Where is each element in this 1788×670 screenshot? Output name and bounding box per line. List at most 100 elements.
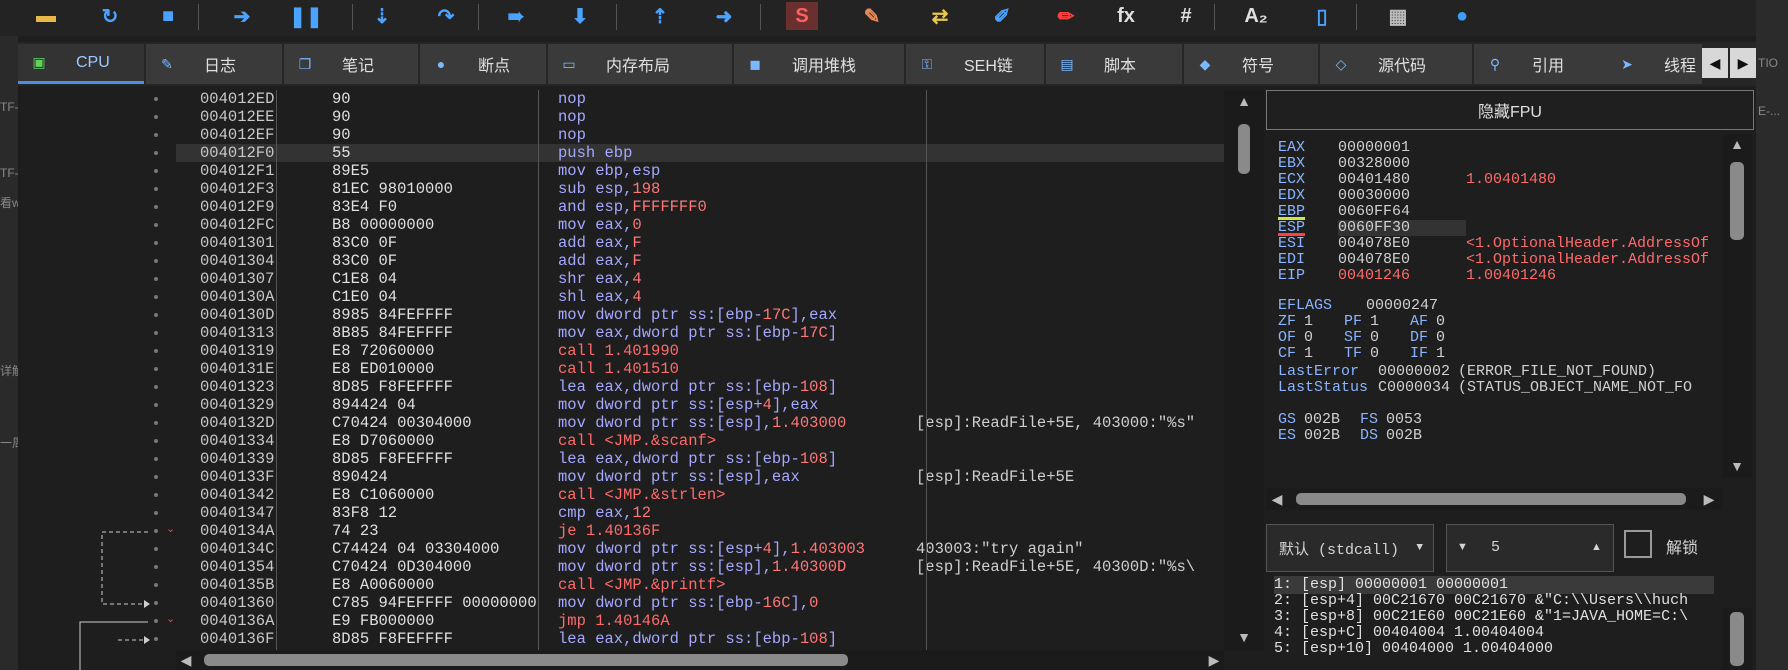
disasm-row[interactable]: 004012F9 83E4 F0 and esp,FFFFFFF0	[176, 198, 1242, 216]
tab-log[interactable]: ✎ 日志	[146, 44, 282, 84]
execute-till-return-icon[interactable]: ⇡	[644, 2, 676, 30]
breakpoint-slot[interactable]	[154, 313, 158, 317]
disasm-row[interactable]: 00401334 E8 D7060000 call <JMP.&scanf>	[176, 432, 1242, 450]
register-row[interactable]: EBX 00328000	[1278, 156, 1466, 172]
flags-row[interactable]: CF 1 TF 0 IF 1	[1278, 346, 1476, 362]
disasm-row[interactable]: 004012F0 55 push ebp	[176, 144, 1242, 162]
device-icon[interactable]: ▯	[1306, 2, 1338, 30]
disasm-row[interactable]: 00401323 8D85 F8FEFFFF lea eax,dword ptr s…	[176, 378, 1242, 396]
disasm-row[interactable]: 004012F3 81EC 98010000 sub esp,198	[176, 180, 1242, 198]
scroll-thumb[interactable]	[1730, 612, 1744, 666]
hash-icon[interactable]: #	[1170, 2, 1202, 30]
breakpoint-slot[interactable]	[154, 475, 158, 479]
argument-count-spinbox[interactable]: ▼ 5 ▲	[1446, 524, 1614, 572]
tab-memory-layout[interactable]: ▭ 内存布局	[548, 44, 732, 84]
disasm-horizontal-scrollbar[interactable]: ◀ ▶	[176, 650, 1224, 670]
disasm-row[interactable]: 0040132D C70424 00304000 mov dword ptr ss:…	[176, 414, 1242, 432]
flags-row[interactable]: OF 0 SF 0 DF 0	[1278, 330, 1476, 346]
disasm-row[interactable]: 00401354 C70424 0D304000 mov dword ptr ss:…	[176, 558, 1242, 576]
stack-argument-row[interactable]: 5: [esp+10] 00404000 1.00404000	[1274, 640, 1553, 658]
register-row[interactable]: EDI 004078E0 <1.OptionalHeader.AddressOf	[1278, 252, 1709, 268]
breakpoint-slot[interactable]	[154, 295, 158, 299]
flags-row[interactable]: ZF 1 PF 1 AF 0	[1278, 314, 1476, 330]
breakpoint-slot[interactable]	[154, 367, 158, 371]
step-into-icon[interactable]: ⇣	[366, 2, 398, 30]
tab-scroll-left-icon[interactable]: ◀	[1702, 48, 1728, 78]
segment-row[interactable]: ES 002B DS 002B	[1278, 428, 1442, 444]
breakpoint-slot[interactable]	[154, 115, 158, 119]
scroll-up-arrow-icon[interactable]: ▲	[1722, 134, 1752, 154]
registers-horizontal-scrollbar[interactable]: ◀ ▶	[1266, 488, 1722, 510]
register-row[interactable]: EAX 00000001	[1278, 140, 1466, 156]
breakpoint-slot[interactable]	[154, 259, 158, 263]
breakpoint-slot[interactable]	[154, 187, 158, 191]
tab-breakpoint[interactable]: ● 断点	[420, 44, 546, 84]
disasm-vertical-scrollbar[interactable]: ▲ ▼	[1224, 90, 1264, 650]
scroll-down-arrow-icon[interactable]: ▼	[1722, 456, 1752, 476]
calling-convention-select[interactable]: 默认 (stdcall) ▼	[1266, 524, 1434, 572]
highlight-icon[interactable]: ✏	[1050, 2, 1082, 30]
disasm-row[interactable]: 004012ED 90 nop	[176, 90, 1242, 108]
tab-source-code[interactable]: ◇ 源代码	[1320, 44, 1472, 84]
scroll-left-arrow-icon[interactable]: ◀	[176, 650, 196, 670]
tab-script-tab[interactable]: ▤ 脚本	[1046, 44, 1182, 84]
trace-into-icon[interactable]: ➠	[500, 2, 532, 30]
scroll-thumb[interactable]	[1730, 162, 1744, 240]
register-row[interactable]: ESI 004078E0 <1.OptionalHeader.AddressOf	[1278, 236, 1709, 252]
last-error-row[interactable]: LastError 00000002 (ERROR_FILE_NOT_FOUND)	[1278, 364, 1656, 380]
register-row-eip[interactable]: EIP 00401246 1.00401246	[1278, 268, 1556, 284]
unlock-checkbox[interactable]	[1624, 530, 1652, 558]
scroll-up-arrow-icon[interactable]: ▲	[1224, 90, 1264, 112]
breakpoint-slot[interactable]	[154, 403, 158, 407]
breakpoint-slot[interactable]	[154, 205, 158, 209]
last-status-row[interactable]: LastStatus C0000034 (STATUS_OBJECT_NAME_NO…	[1278, 380, 1692, 396]
breakpoints-icon[interactable]: ✐	[986, 2, 1018, 30]
chevron-down-icon[interactable]: ▼	[1416, 542, 1423, 554]
breakpoint-slot[interactable]	[154, 349, 158, 353]
trace-over-icon[interactable]: ⬇	[564, 2, 596, 30]
calculator-icon[interactable]: ▦	[1382, 2, 1414, 30]
breakpoint-slot[interactable]	[154, 223, 158, 227]
disasm-row[interactable]: 00401307 C1E8 04 shr eax,4	[176, 270, 1242, 288]
register-row[interactable]: ECX 00401480 1.00401480	[1278, 172, 1556, 188]
scroll-thumb[interactable]	[1296, 493, 1686, 505]
breakpoint-slot[interactable]	[154, 331, 158, 335]
disasm-row[interactable]: 00401313 8B85 84FEFFFF mov eax,dword ptr s…	[176, 324, 1242, 342]
tab-notes[interactable]: ❐ 笔记	[284, 44, 418, 84]
scroll-left-arrow-icon[interactable]: ◀	[1266, 488, 1288, 510]
step-over-icon[interactable]: ↷	[430, 2, 462, 30]
register-row[interactable]: EBP 0060FF64	[1278, 204, 1466, 220]
tab-threads[interactable]: ➤ 线程	[1606, 44, 1702, 84]
disasm-row[interactable]: 004012FC B8 00000000 mov eax,0	[176, 216, 1242, 234]
globe-icon[interactable]: ●	[1446, 2, 1478, 30]
scroll-down-arrow-icon[interactable]: ▼	[1224, 626, 1264, 648]
disasm-row[interactable]: 00401319 E8 72060000 call 1.401990	[176, 342, 1242, 360]
tab-references[interactable]: ⚲ 引用	[1474, 44, 1606, 84]
scroll-thumb[interactable]	[1238, 124, 1250, 174]
tab-scroll-right-icon[interactable]: ▶	[1730, 48, 1756, 78]
breakpoint-slot[interactable]	[154, 637, 158, 641]
disasm-row[interactable]: 0040130D 8985 84FEFFFF mov dword ptr ss:[e…	[176, 306, 1242, 324]
function-icon[interactable]: fx	[1110, 2, 1142, 30]
breakpoint-slot[interactable]	[154, 421, 158, 425]
tab-cpu[interactable]: ▣ CPU	[18, 44, 144, 84]
disasm-row[interactable]: 0040133F 890424 mov dword ptr ss:[esp],eax…	[176, 468, 1242, 486]
register-row[interactable]: ESP 0060FF30	[1278, 220, 1466, 236]
disasm-row[interactable]: 0040130A C1E0 04 shl eax,4	[176, 288, 1242, 306]
disasm-row[interactable]: 00401347 83F8 12 cmp eax,12	[176, 504, 1242, 522]
breakpoint-slot[interactable]	[154, 619, 158, 623]
script-icon[interactable]: S	[786, 2, 818, 30]
stack-arguments-list[interactable]: 1: [esp] 00000001 00000001 2: [esp+4] 00C…	[1266, 576, 1722, 670]
font-icon[interactable]: A₂	[1240, 2, 1272, 30]
memory-map-icon[interactable]: ⇄	[924, 2, 956, 30]
breakpoint-slot[interactable]	[154, 493, 158, 497]
disasm-row[interactable]: 00401342 E8 C1060000 call <JMP.&strlen>	[176, 486, 1242, 504]
breakpoint-slot[interactable]	[154, 241, 158, 245]
disasm-row[interactable]: 004012EF 90 nop	[176, 126, 1242, 144]
disasm-row[interactable]: 0040136F 8D85 F8FEFFFF lea eax,dword ptr s…	[176, 630, 1242, 648]
breakpoint-slot[interactable]	[154, 547, 158, 551]
disasm-row[interactable]: 0040131E E8 ED010000 call 1.401510	[176, 360, 1242, 378]
registers-panel[interactable]: EAX 00000001 EBX 00328000 ECX 00401480 1.00401…	[1266, 134, 1718, 486]
tab-call-stack[interactable]: ◼ 调用堆栈	[734, 44, 904, 84]
registers-vertical-scrollbar[interactable]: ▲ ▼	[1722, 134, 1752, 478]
